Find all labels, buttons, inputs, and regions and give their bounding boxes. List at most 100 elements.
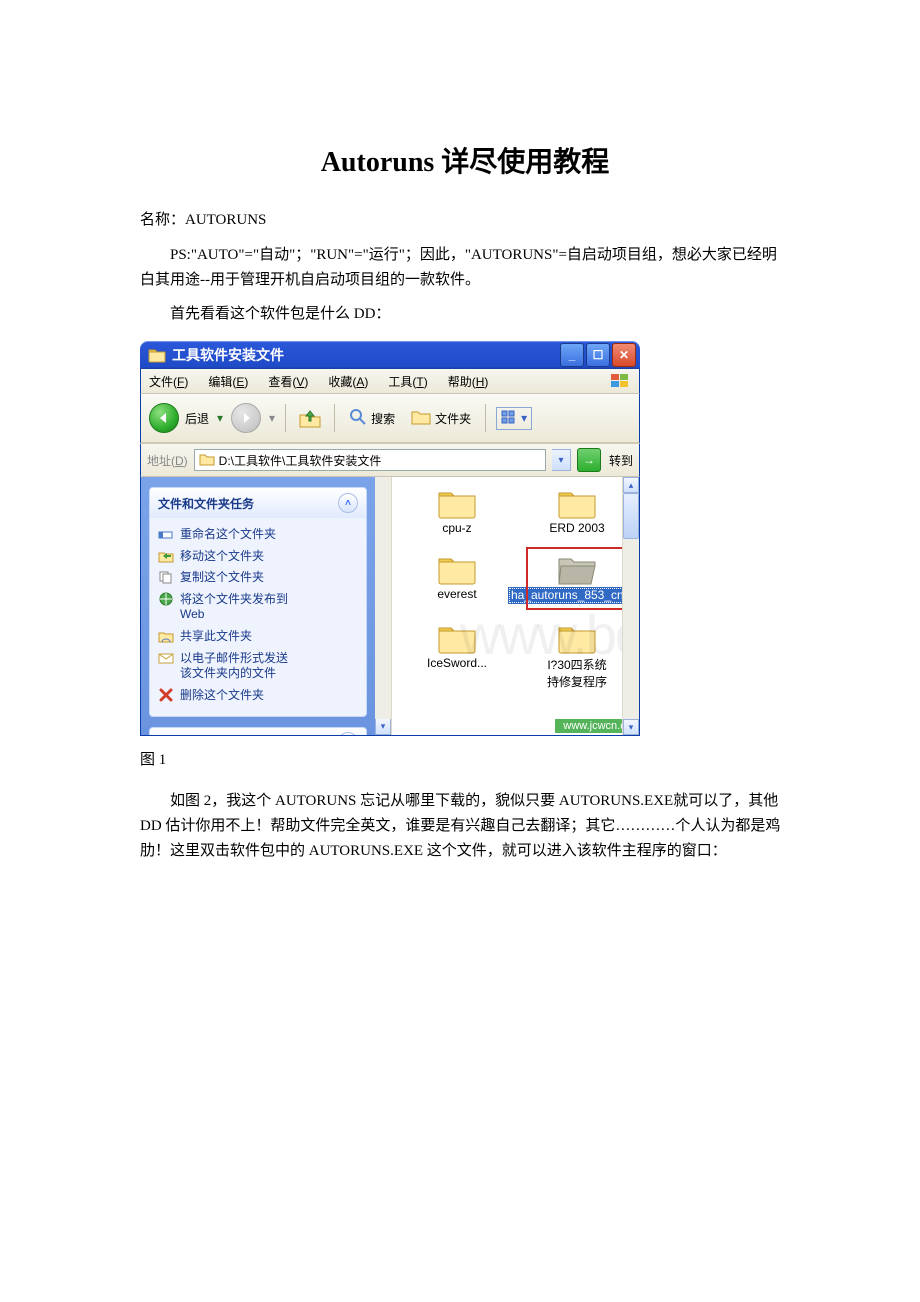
folders-icon bbox=[411, 408, 431, 429]
other-places-label: 其它位置 bbox=[158, 734, 206, 735]
separator bbox=[285, 404, 286, 432]
folder-item[interactable]: I?30四系统 持修复程序 bbox=[532, 622, 622, 690]
up-folder-button[interactable] bbox=[296, 404, 324, 432]
task-head-label: 文件和文件夹任务 bbox=[158, 495, 254, 512]
titlebar[interactable]: 工具软件安装文件 _ ☐ ✕ bbox=[140, 341, 640, 369]
other-places-header[interactable]: 其它位置 ˄ bbox=[149, 727, 367, 735]
folder-label: IceSword... bbox=[427, 656, 487, 670]
explorer-body: 文件和文件夹任务 ˄ 重命名这个文件夹 移动这个文件夹 复制这个文件夹 将这个文… bbox=[140, 477, 640, 736]
menu-help[interactable]: 帮助(H) bbox=[448, 373, 489, 390]
folder-item-selected[interactable]: ha_autoruns_853_cnnnc bbox=[532, 553, 622, 604]
task-label: 重命名这个文件夹 bbox=[180, 527, 276, 543]
separator bbox=[334, 404, 335, 432]
task-label: 将这个文件夹发布到 Web bbox=[180, 592, 288, 623]
publish-icon bbox=[158, 592, 174, 606]
task-items: 重命名这个文件夹 移动这个文件夹 复制这个文件夹 将这个文件夹发布到 Web 共… bbox=[150, 518, 366, 716]
figure-caption: 图 1 bbox=[140, 748, 790, 769]
folder-icon bbox=[437, 622, 477, 654]
move-icon bbox=[158, 549, 174, 563]
folder-label: ha_autoruns_853_cnnnc bbox=[508, 587, 639, 604]
maximize-button[interactable]: ☐ bbox=[586, 343, 610, 367]
folder-open-icon bbox=[557, 553, 597, 585]
minimize-button[interactable]: _ bbox=[560, 343, 584, 367]
scroll-down-button[interactable]: ▾ bbox=[375, 719, 391, 735]
folder-item[interactable]: IceSword... bbox=[412, 622, 502, 690]
task-pane: 文件和文件夹任务 ˄ 重命名这个文件夹 移动这个文件夹 复制这个文件夹 将这个文… bbox=[141, 477, 375, 735]
task-pane-header[interactable]: 文件和文件夹任务 ˄ bbox=[150, 488, 366, 518]
back-label: 后退 bbox=[185, 410, 209, 427]
copy-icon bbox=[158, 570, 174, 584]
paragraph: 首先看看这个软件包是什么 DD： bbox=[140, 302, 790, 327]
task-label: 共享此文件夹 bbox=[180, 629, 252, 645]
scrollbar-vertical[interactable]: ▴ ▾ bbox=[622, 477, 639, 735]
address-label: 地址(D) bbox=[147, 452, 188, 469]
menu-view[interactable]: 查看(V) bbox=[268, 373, 308, 390]
task-copy[interactable]: 复制这个文件夹 bbox=[156, 567, 360, 589]
search-icon bbox=[349, 408, 367, 429]
separator bbox=[485, 404, 486, 432]
back-button[interactable] bbox=[149, 403, 179, 433]
paragraph: PS:"AUTO"="自动"；"RUN"="运行"；因此，"AUTORUNS"=… bbox=[140, 243, 790, 293]
task-label: 删除这个文件夹 bbox=[180, 688, 264, 704]
search-label: 搜索 bbox=[371, 410, 395, 427]
chevron-down-icon: ▾ bbox=[558, 455, 563, 466]
menu-tools[interactable]: 工具(T) bbox=[388, 373, 427, 390]
forward-dropdown-icon[interactable]: ▾ bbox=[269, 411, 275, 425]
chevron-up-icon: ˄ bbox=[345, 498, 351, 509]
scroll-up-button[interactable]: ▴ bbox=[623, 477, 639, 493]
task-share[interactable]: 共享此文件夹 bbox=[156, 626, 360, 648]
views-button[interactable]: ▾ bbox=[496, 407, 532, 430]
address-path: D:\工具软件\工具软件安装文件 bbox=[219, 452, 382, 469]
share-icon bbox=[158, 629, 174, 643]
menu-file[interactable]: 文件(F) bbox=[149, 373, 188, 390]
search-button[interactable]: 搜索 bbox=[345, 406, 399, 431]
folder-item[interactable]: ERD 2003 bbox=[532, 487, 622, 535]
folder-label: cpu-z bbox=[442, 521, 471, 535]
collapse-button[interactable]: ˄ bbox=[338, 493, 358, 513]
folder-icon bbox=[437, 487, 477, 519]
scroll-thumb[interactable] bbox=[623, 493, 639, 539]
task-move[interactable]: 移动这个文件夹 bbox=[156, 546, 360, 568]
scroll-down-button[interactable]: ▾ bbox=[623, 719, 639, 735]
folder-label: everest bbox=[437, 587, 476, 601]
folder-icon bbox=[437, 553, 477, 585]
address-input[interactable]: D:\工具软件\工具软件安装文件 bbox=[194, 449, 546, 471]
forward-button bbox=[231, 403, 261, 433]
folder-item[interactable]: cpu-z bbox=[412, 487, 502, 535]
paragraph: 名称：AUTORUNS bbox=[140, 208, 790, 233]
email-icon bbox=[158, 651, 174, 665]
task-label: 以电子邮件形式发送 该文件夹内的文件 bbox=[180, 651, 288, 682]
views-icon bbox=[501, 410, 517, 427]
folder-label: ERD 2003 bbox=[549, 521, 604, 535]
task-label: 复制这个文件夹 bbox=[180, 570, 264, 586]
menu-favorites[interactable]: 收藏(A) bbox=[328, 373, 368, 390]
collapse-button[interactable]: ˄ bbox=[338, 732, 358, 735]
address-dropdown-button[interactable]: ▾ bbox=[552, 449, 571, 471]
toolbar: 后退 ▾ ▾ 搜索 文件夹 ▾ bbox=[140, 394, 640, 444]
task-rename[interactable]: 重命名这个文件夹 bbox=[156, 524, 360, 546]
task-email[interactable]: 以电子邮件形式发送 该文件夹内的文件 bbox=[156, 648, 360, 685]
folders-button[interactable]: 文件夹 bbox=[407, 406, 475, 431]
delete-icon bbox=[158, 688, 174, 702]
task-publish[interactable]: 将这个文件夹发布到 Web bbox=[156, 589, 360, 626]
task-label: 移动这个文件夹 bbox=[180, 549, 264, 565]
rename-icon bbox=[158, 527, 174, 541]
task-delete[interactable]: 删除这个文件夹 bbox=[156, 685, 360, 707]
folder-icon bbox=[148, 347, 166, 363]
folder-icon bbox=[199, 452, 215, 469]
xp-explorer-window: 工具软件安装文件 _ ☐ ✕ 文件(F) 编辑(E) 查看(V) 收藏(A) 工… bbox=[140, 341, 640, 736]
menubar: 文件(F) 编辑(E) 查看(V) 收藏(A) 工具(T) 帮助(H) bbox=[140, 369, 640, 394]
address-bar: 地址(D) D:\工具软件\工具软件安装文件 ▾ → 转到 bbox=[140, 444, 640, 477]
menu-edit[interactable]: 编辑(E) bbox=[208, 373, 248, 390]
content-area[interactable]: www.bdocx.com cpu-z ERD 2003 everest bbox=[392, 477, 639, 735]
close-button[interactable]: ✕ bbox=[612, 343, 636, 367]
folder-icon bbox=[557, 487, 597, 519]
back-dropdown-icon[interactable]: ▾ bbox=[217, 411, 223, 425]
folder-item[interactable]: everest bbox=[412, 553, 502, 604]
folder-icon bbox=[557, 622, 597, 654]
go-button[interactable]: → bbox=[577, 448, 601, 472]
chevron-down-icon: ▾ bbox=[521, 411, 527, 425]
go-label: 转到 bbox=[609, 452, 633, 469]
inner-scrollbar[interactable]: ▾ bbox=[375, 477, 392, 735]
folders-label: 文件夹 bbox=[435, 410, 471, 427]
